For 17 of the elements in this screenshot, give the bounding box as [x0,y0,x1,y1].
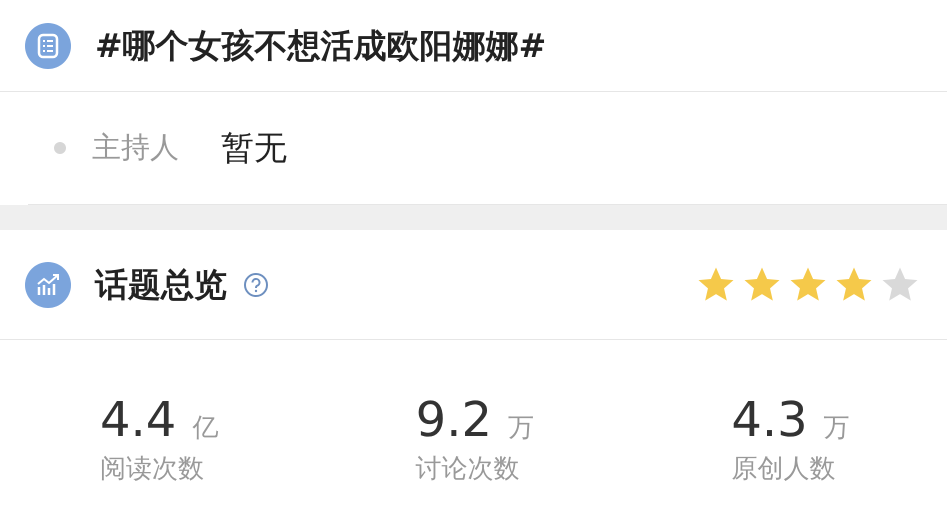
stat-value: 9.2 [416,392,492,448]
stat-unit: 万 [824,412,850,445]
host-value: 暂无 [221,127,287,170]
stat-value: 4.3 [731,392,808,448]
stat-label: 原创人数 [731,453,836,486]
chart-icon [25,262,71,308]
bullet-icon [54,142,66,154]
list-icon [25,22,71,68]
host-label: 主持人 [92,129,179,166]
stat-label: 阅读次数 [100,453,205,486]
topic-title: #哪个女孩不想活成欧阳娜娜# [95,24,546,67]
stat-unit: 亿 [192,412,218,445]
stat-unit: 万 [508,412,534,445]
help-icon[interactable] [243,272,269,298]
stat-label: 讨论次数 [416,453,521,486]
overview-title: 话题总览 [95,264,227,306]
stat-value: 4.4 [100,392,176,448]
